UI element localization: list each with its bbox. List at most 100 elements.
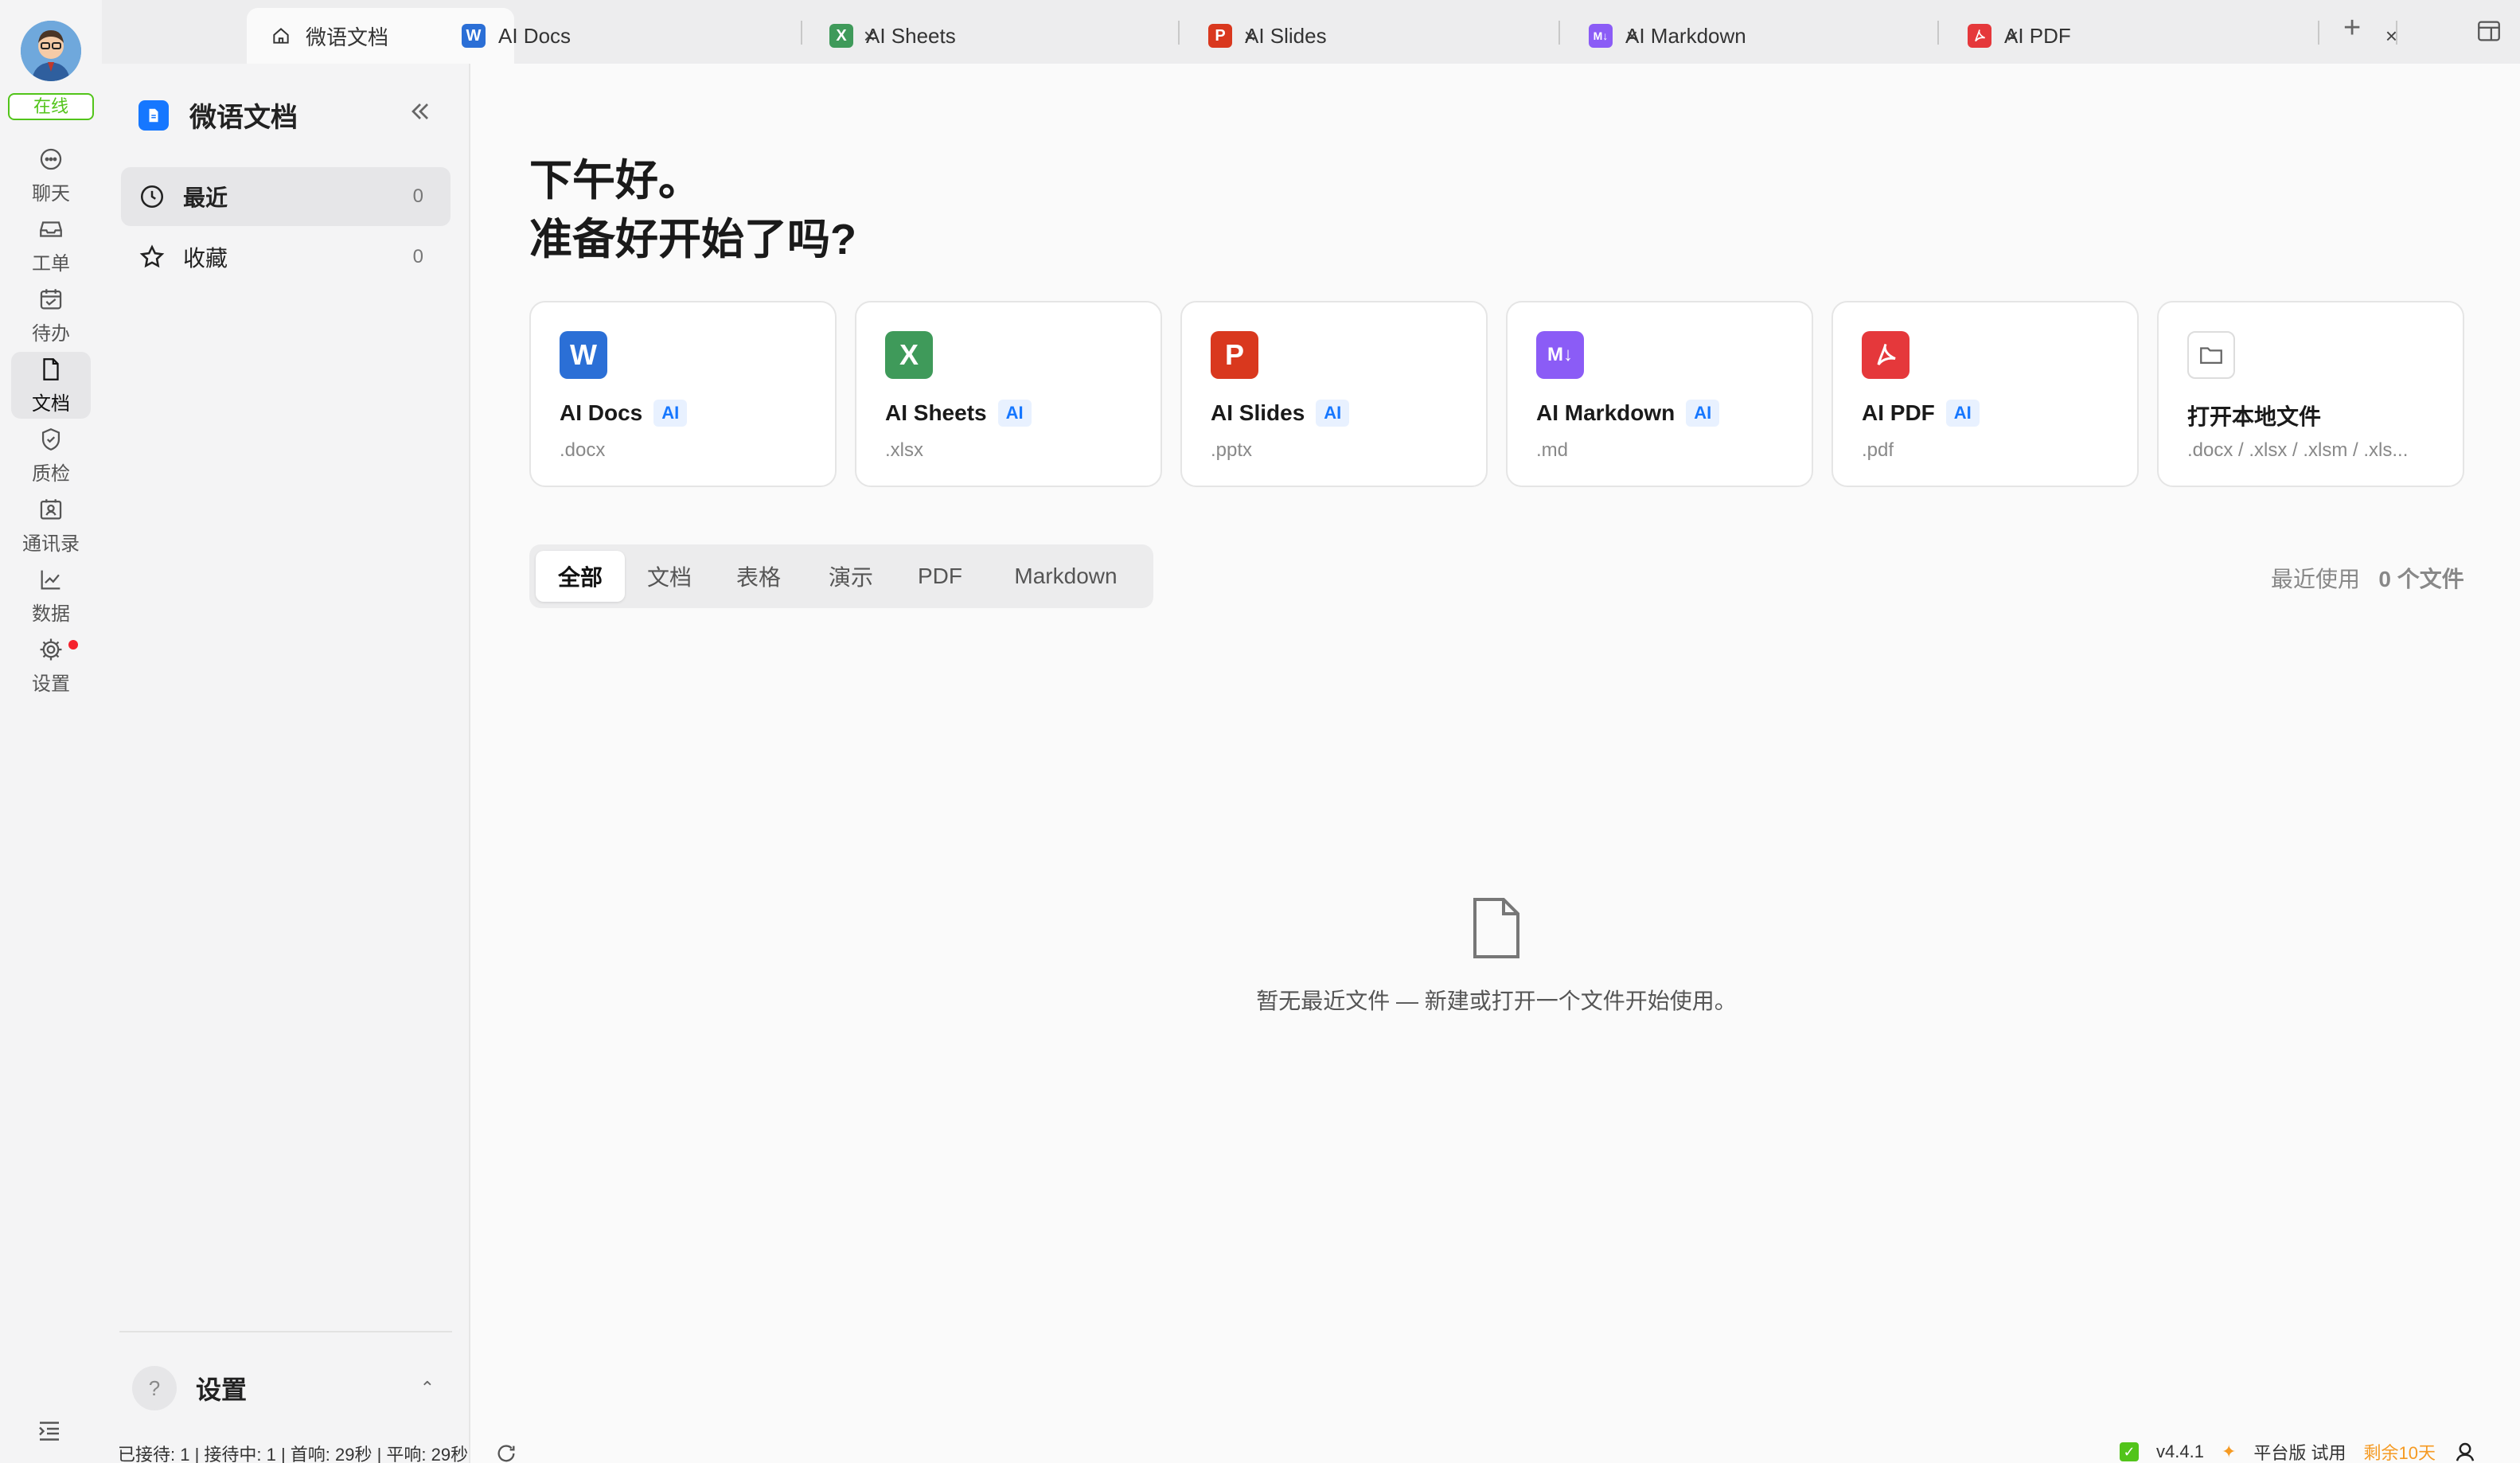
tab-bar: 微语文档 W AI Docs × X AI Sheets × P AI Slid… xyxy=(102,0,2520,64)
greeting-line-1: 下午好。 xyxy=(529,157,701,205)
rail-item-label: 聊天 xyxy=(32,182,70,205)
tab-ai-pdf[interactable]: AI PDF × xyxy=(1941,8,2413,64)
online-status[interactable]: 在线 xyxy=(8,93,94,120)
excel-icon: X xyxy=(829,24,853,48)
card-title: AI Slides xyxy=(1211,400,1305,425)
tab-label: AI PDF xyxy=(2004,23,2071,48)
sidebar-settings[interactable]: ? 设置 ⌃ xyxy=(132,1363,451,1414)
sidebar-item-label: 最近 xyxy=(183,185,228,210)
empty-document-icon xyxy=(1470,896,1523,960)
card-title: AI Docs xyxy=(560,400,643,425)
sidebar-item-count: 0 xyxy=(412,246,423,267)
new-ai-slides-card[interactable]: P AI Slides AI .pptx xyxy=(1180,301,1488,487)
card-title: AI Sheets xyxy=(885,400,987,425)
markdown-icon: M↓ xyxy=(1589,24,1613,48)
ai-badge: AI xyxy=(1316,400,1350,427)
sparkle-icon: ✦ xyxy=(2221,1442,2237,1461)
remaining-days: 剩余10天 xyxy=(2363,1443,2436,1463)
document-icon xyxy=(43,357,59,380)
filter-docs[interactable]: 文档 xyxy=(628,551,711,602)
rail-item-settings[interactable]: 设置 xyxy=(11,632,91,699)
rail-item-data[interactable]: 数据 xyxy=(11,562,91,629)
card-title: AI Markdown xyxy=(1536,400,1675,425)
user-icon[interactable] xyxy=(2453,1440,2477,1463)
filter-slides[interactable]: 演示 xyxy=(806,551,895,602)
left-rail: 在线 聊天 工单 待办 文档 质检 通讯录 数据 设置 xyxy=(0,0,102,1463)
menu-indent-icon[interactable] xyxy=(35,1417,64,1445)
card-title: AI PDF xyxy=(1862,400,1935,425)
card-extension: .docx xyxy=(560,439,606,461)
tab-label: AI Markdown xyxy=(1625,23,1746,48)
filter-all[interactable]: 全部 xyxy=(536,551,625,602)
rail-item-label: 通讯录 xyxy=(22,533,80,555)
rail-item-label: 工单 xyxy=(32,252,70,275)
tab-separator xyxy=(2318,21,2319,45)
collapse-sidebar-icon[interactable] xyxy=(406,97,435,126)
tab-separator xyxy=(1937,21,1939,45)
tab-label: AI Docs xyxy=(498,23,571,48)
status-bar-right: ✓ v4.4.1 ✦ 平台版 试用 剩余10天 xyxy=(2120,1439,2477,1463)
chat-icon xyxy=(40,148,62,170)
sidebar-header: 微语文档 xyxy=(138,96,298,135)
word-icon: W xyxy=(560,331,607,379)
pdf-icon xyxy=(1968,24,1991,48)
new-ai-sheets-card[interactable]: X AI Sheets AI .xlsx xyxy=(855,301,1162,487)
plan-label: 平台版 试用 xyxy=(2253,1443,2346,1463)
clock-icon xyxy=(140,185,164,209)
reception-stats: 已接待: 1 | 接待中: 1 | 首响: 29秒 | 平响: 29秒 xyxy=(118,1445,469,1463)
sidebar-item-label: 收藏 xyxy=(183,246,228,271)
open-local-file-card[interactable]: 打开本地文件 .docx / .xlsx / .xlsm / .xls... xyxy=(2157,301,2464,487)
rail-item-docs[interactable]: 文档 xyxy=(11,352,91,419)
chart-icon xyxy=(41,570,60,589)
avatar[interactable] xyxy=(21,21,81,81)
status-bar-left: 已接待: 1 | 接待中: 1 | 首响: 29秒 | 平响: 29秒 xyxy=(118,1441,517,1463)
shield-check-icon xyxy=(41,427,60,451)
window-layout-icon[interactable] xyxy=(2475,18,2502,45)
filter-pdf[interactable]: PDF xyxy=(899,551,981,602)
divider xyxy=(119,1331,452,1332)
star-icon xyxy=(139,244,165,268)
tab-separator xyxy=(2396,21,2397,45)
tab-label: 微语文档 xyxy=(306,25,389,49)
new-ai-markdown-card[interactable]: M↓ AI Markdown AI .md xyxy=(1506,301,1813,487)
main-content: 下午好。 准备好开始了吗? W AI Docs AI .docx X AI She… xyxy=(472,64,2520,1463)
help-icon: ? xyxy=(132,1366,177,1410)
rail-item-todo[interactable]: 待办 xyxy=(11,282,91,349)
filter-markdown[interactable]: Markdown xyxy=(985,551,1147,602)
new-ai-docs-card[interactable]: W AI Docs AI .docx xyxy=(529,301,837,487)
rail-item-label: 质检 xyxy=(32,462,70,485)
inbox-icon xyxy=(40,220,62,237)
rail-item-qa[interactable]: 质检 xyxy=(11,422,91,489)
tab-separator xyxy=(1178,21,1180,45)
tab-label: AI Slides xyxy=(1245,23,1327,48)
sidebar-item-recent[interactable]: 最近 0 xyxy=(121,167,451,226)
ai-badge: AI xyxy=(1945,400,1980,427)
rail-item-tickets[interactable]: 工单 xyxy=(11,212,91,279)
card-extension: .docx / .xlsx / .xlsm / .xls... xyxy=(2187,439,2409,461)
sidebar-item-favorites[interactable]: 收藏 0 xyxy=(121,228,451,287)
file-type-filter: 全部 文档 表格 演示 PDF Markdown xyxy=(529,544,1153,608)
word-icon: W xyxy=(462,24,486,48)
tab-separator xyxy=(1558,21,1560,45)
new-tab-button[interactable]: + xyxy=(2343,11,2361,45)
pdf-icon xyxy=(1862,331,1910,379)
sidebar-item-count: 0 xyxy=(412,185,423,207)
excel-icon: X xyxy=(885,331,933,379)
sidebar-title: 微语文档 xyxy=(189,103,298,133)
filter-sheets[interactable]: 表格 xyxy=(714,551,803,602)
rail-item-chat[interactable]: 聊天 xyxy=(11,142,91,209)
rail-item-label: 待办 xyxy=(32,322,70,345)
greeting: 下午好。 准备好开始了吗? xyxy=(529,151,856,269)
markdown-icon: M↓ xyxy=(1536,331,1584,379)
card-extension: .pdf xyxy=(1862,439,1894,461)
settings-label: 设置 xyxy=(196,1375,248,1404)
notification-dot xyxy=(68,640,78,650)
rail-item-contacts[interactable]: 通讯录 xyxy=(11,492,91,559)
chevron-up-icon[interactable]: ⌃ xyxy=(420,1378,451,1399)
card-title: 打开本地文件 xyxy=(2187,404,2322,429)
recent-count: 0 个文件 xyxy=(2378,567,2464,591)
home-icon xyxy=(273,28,289,44)
new-ai-pdf-card[interactable]: AI PDF AI .pdf xyxy=(1831,301,2139,487)
docs-sidebar: 微语文档 最近 0 收藏 0 ? 设置 ⌃ 已接待: 1 | 接待中: 1 | … xyxy=(102,64,515,1463)
card-extension: .xlsx xyxy=(885,439,923,461)
